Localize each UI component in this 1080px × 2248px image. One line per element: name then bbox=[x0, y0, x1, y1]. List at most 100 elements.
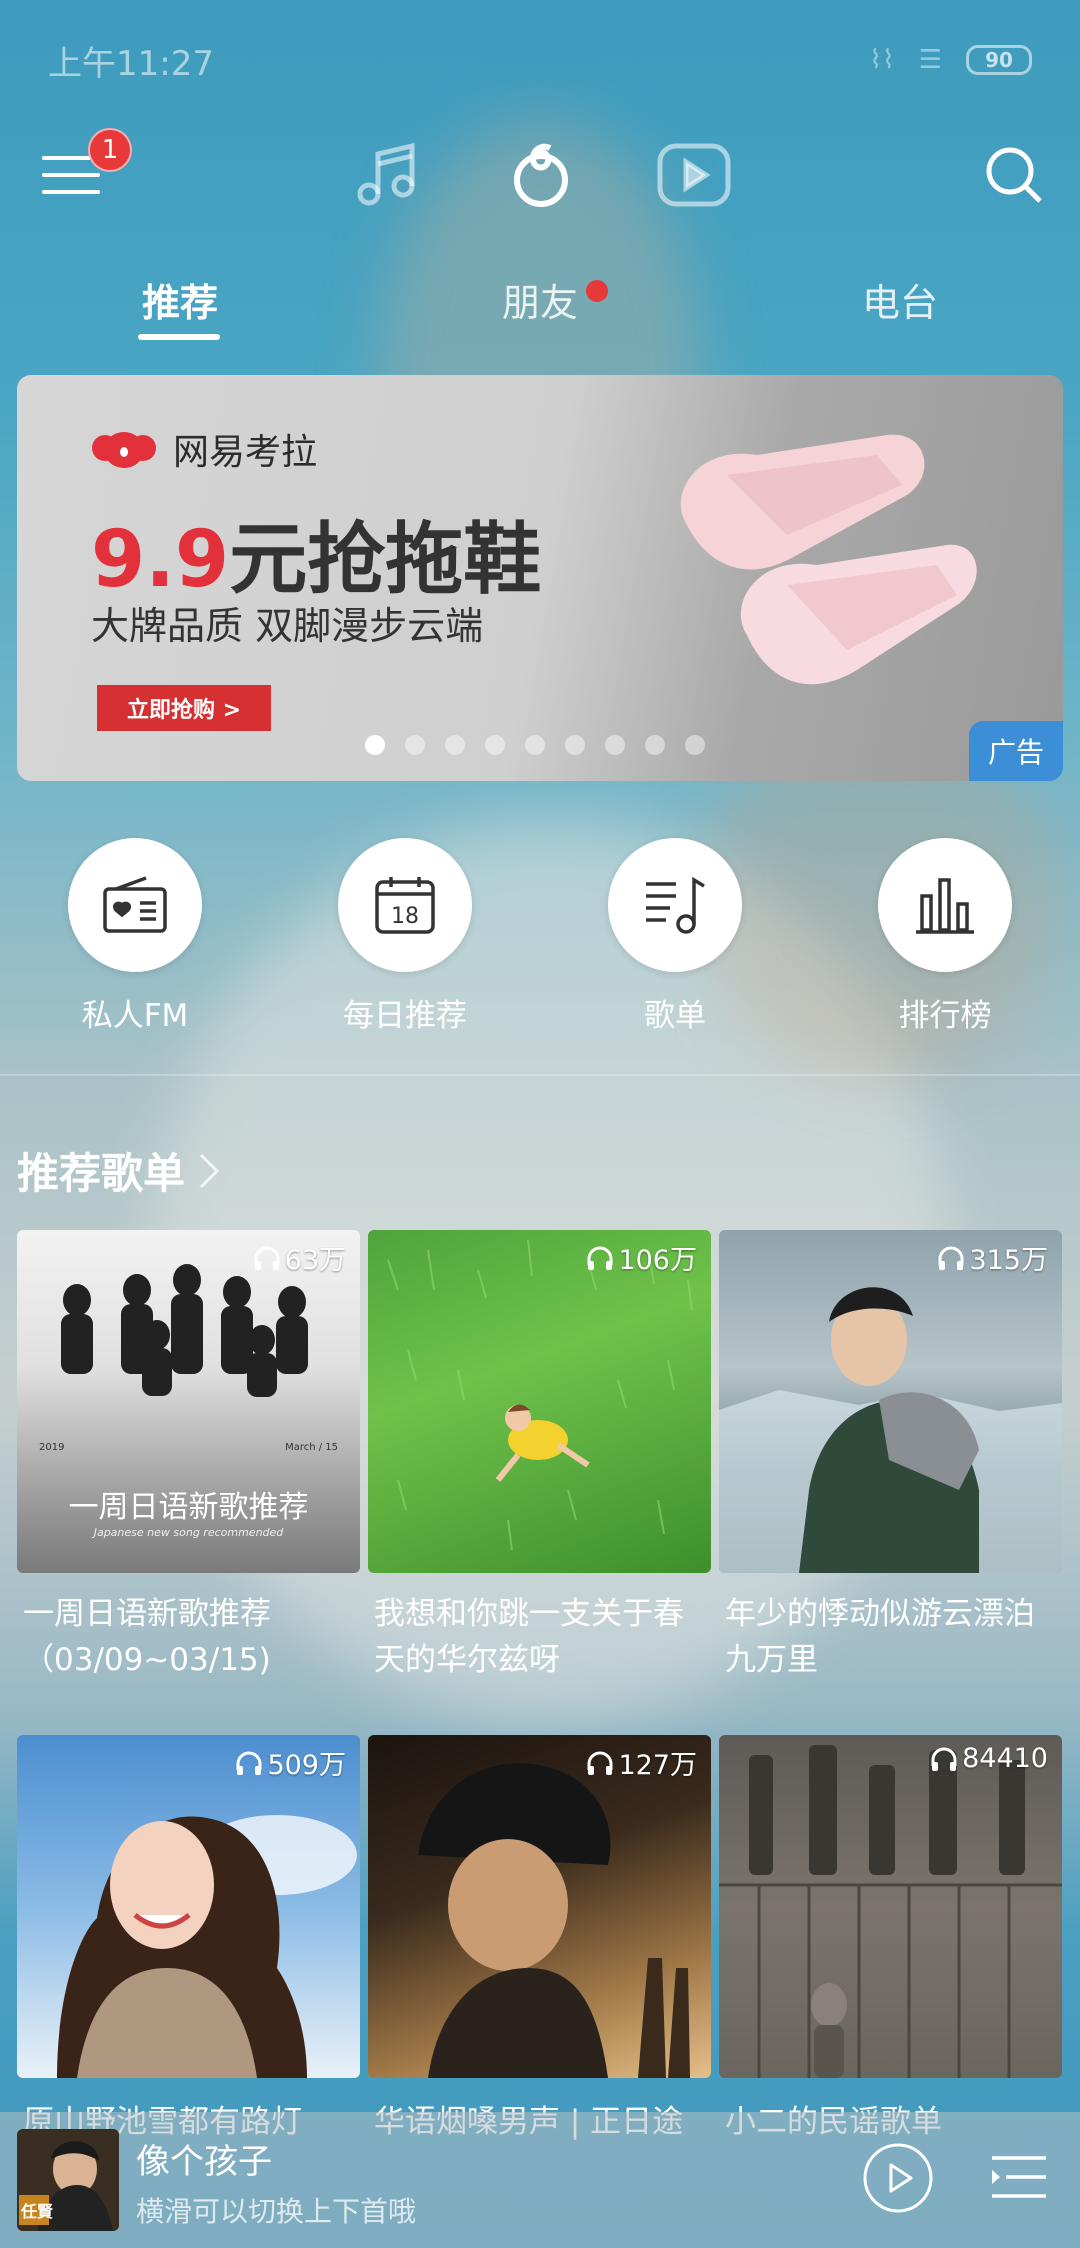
playlist-icon bbox=[646, 876, 705, 934]
play-count: 509万 bbox=[235, 1743, 346, 1782]
page-dot bbox=[525, 735, 545, 755]
chevron-right-icon bbox=[199, 1153, 220, 1188]
page-dot bbox=[365, 735, 385, 755]
mini-player[interactable]: 任賢 像个孩子 横滑可以切换上下首哦 bbox=[0, 2112, 1080, 2248]
friends-red-dot bbox=[586, 280, 608, 302]
quick-chart-label: 排行榜 bbox=[898, 998, 992, 1034]
tab-friends[interactable]: 朋友 bbox=[502, 272, 578, 327]
notification-icon: ☰ bbox=[918, 45, 942, 75]
netease-logo-icon[interactable] bbox=[496, 130, 586, 220]
playlist-cover: 84410 bbox=[719, 1735, 1062, 2078]
play-icon bbox=[863, 2143, 933, 2213]
headphones-icon bbox=[931, 1747, 957, 1771]
top-nav: 1 bbox=[0, 128, 1080, 230]
kaola-logo-icon bbox=[92, 432, 156, 468]
search-icon[interactable] bbox=[969, 130, 1059, 220]
playlist-cover: 127万 bbox=[368, 1735, 711, 2078]
play-count: 106万 bbox=[586, 1238, 697, 1277]
headphones-icon bbox=[236, 1751, 262, 1775]
cover-subtitle: Japanese new song recommended bbox=[93, 1526, 284, 1539]
play-count-value: 509万 bbox=[267, 1750, 346, 1781]
play-count: 63万 bbox=[253, 1238, 346, 1277]
section-recommended-playlists[interactable]: 推荐歌单 bbox=[17, 1140, 221, 1201]
tab-active-indicator bbox=[138, 334, 220, 340]
calendar-icon: 18 bbox=[375, 877, 435, 934]
radio-icon bbox=[103, 876, 167, 933]
tab-radio[interactable]: 电台 bbox=[862, 272, 938, 327]
quick-fm-label: 私人FM bbox=[81, 998, 189, 1034]
playlist-cover: 2019 March / 15 一周日语新歌推荐 Japanese new so… bbox=[17, 1230, 360, 1573]
kaola-brand: 网易考拉 bbox=[91, 423, 317, 475]
playlist-card[interactable]: 127万 bbox=[368, 1735, 711, 2078]
ad-label: 广告 bbox=[969, 721, 1063, 781]
play-count: 315万 bbox=[937, 1238, 1048, 1277]
quick-chart[interactable]: 排行榜 bbox=[855, 838, 1035, 1035]
quick-daily[interactable]: 18 每日推荐 bbox=[315, 838, 495, 1035]
quick-fm[interactable]: 私人FM bbox=[45, 838, 225, 1035]
headphones-icon bbox=[587, 1751, 613, 1775]
tab-bar: 推荐 朋友 电台 bbox=[0, 272, 1080, 352]
banner-headline-text: 元抢拖鞋 bbox=[229, 515, 542, 605]
playlist-title: 年少的悸动似游云漂泊九万里 bbox=[725, 1596, 1035, 1678]
page-dot bbox=[645, 735, 665, 755]
play-count: 127万 bbox=[586, 1743, 697, 1782]
playlist-card[interactable]: 2019 March / 15 一周日语新歌推荐 Japanese new so… bbox=[17, 1230, 360, 1683]
play-count-value: 63万 bbox=[284, 1245, 346, 1276]
signal-icon: ⌇⌇ bbox=[869, 45, 895, 75]
play-count-value: 106万 bbox=[618, 1245, 697, 1276]
playlist-cover: 509万 bbox=[17, 1735, 360, 2078]
play-count-value: 315万 bbox=[969, 1245, 1048, 1276]
playlist-card[interactable]: 84410 bbox=[719, 1735, 1062, 2078]
page-dot bbox=[445, 735, 465, 755]
album-art-text: 任賢 bbox=[20, 2202, 54, 2221]
playlist-cover: 315万 bbox=[719, 1230, 1062, 1573]
play-count: 84410 bbox=[930, 1743, 1048, 1774]
cover-year: 2019 bbox=[39, 1442, 65, 1453]
playlist-card[interactable]: 509万 bbox=[17, 1735, 360, 2078]
headphones-icon bbox=[254, 1246, 280, 1270]
album-art: 任賢 bbox=[17, 2129, 119, 2231]
play-count-value: 127万 bbox=[618, 1750, 697, 1781]
cover-date: March / 15 bbox=[285, 1442, 338, 1453]
play-count-value: 84410 bbox=[962, 1743, 1048, 1774]
page-dot bbox=[605, 735, 625, 755]
play-button[interactable] bbox=[862, 2142, 934, 2214]
headphones-icon bbox=[587, 1246, 613, 1270]
banner-price: 9.9 bbox=[91, 515, 230, 605]
swipe-hint: 横滑可以切换上下首哦 bbox=[136, 2195, 417, 2228]
queue-icon bbox=[992, 2156, 1046, 2198]
page-dot bbox=[565, 735, 585, 755]
quick-playlist[interactable]: 歌单 bbox=[585, 838, 765, 1035]
video-icon[interactable] bbox=[649, 130, 739, 220]
battery-icon: 90 bbox=[966, 45, 1032, 75]
banner-pagination bbox=[365, 735, 705, 755]
status-bar: 上午11:27 ⌇⌇ ☰ 90 bbox=[0, 0, 1080, 120]
quick-daily-label: 每日推荐 bbox=[343, 998, 467, 1034]
quick-entries: 私人FM 18 每日推荐 歌单 排行榜 bbox=[0, 838, 1080, 1038]
playlist-cover: 106万 bbox=[368, 1230, 711, 1573]
quick-playlist-label: 歌单 bbox=[644, 998, 706, 1034]
brand-name: 网易考拉 bbox=[173, 432, 318, 473]
notification-badge: 1 bbox=[88, 128, 132, 172]
music-icon[interactable] bbox=[341, 130, 431, 220]
headphones-icon bbox=[938, 1246, 964, 1270]
banner-subtitle: 大牌品质 双脚漫步云端 bbox=[91, 604, 484, 648]
playlist-card[interactable]: 106万 我想和你跳一支关于春天的华尔兹呀 bbox=[368, 1230, 711, 1683]
divider bbox=[0, 1074, 1080, 1076]
playlist-queue-button[interactable] bbox=[990, 2148, 1048, 2206]
tab-recommend[interactable]: 推荐 bbox=[142, 272, 218, 327]
playlist-title: 一周日语新歌推荐（03/09~03/15) bbox=[23, 1596, 271, 1678]
page-dot bbox=[405, 735, 425, 755]
banner-headline: 9.9元抢拖鞋 bbox=[91, 497, 541, 609]
page-dot bbox=[485, 735, 505, 755]
calendar-day: 18 bbox=[391, 904, 419, 929]
buy-now-button[interactable]: 立即抢购 > bbox=[97, 685, 271, 731]
status-time: 上午11:27 bbox=[48, 43, 214, 84]
slippers-image bbox=[680, 434, 977, 685]
now-playing-title: 像个孩子 bbox=[136, 2142, 272, 2182]
ad-banner[interactable]: 网易考拉 9.9元抢拖鞋 大牌品质 双脚漫步云端 立即抢购 > 广告 bbox=[17, 375, 1063, 781]
playlist-card[interactable]: 315万 年少的悸动似游云漂泊九万里 bbox=[719, 1230, 1062, 1683]
page-dot bbox=[685, 735, 705, 755]
cover-title: 一周日语新歌推荐 bbox=[68, 1490, 309, 1525]
chart-icon bbox=[916, 878, 974, 934]
